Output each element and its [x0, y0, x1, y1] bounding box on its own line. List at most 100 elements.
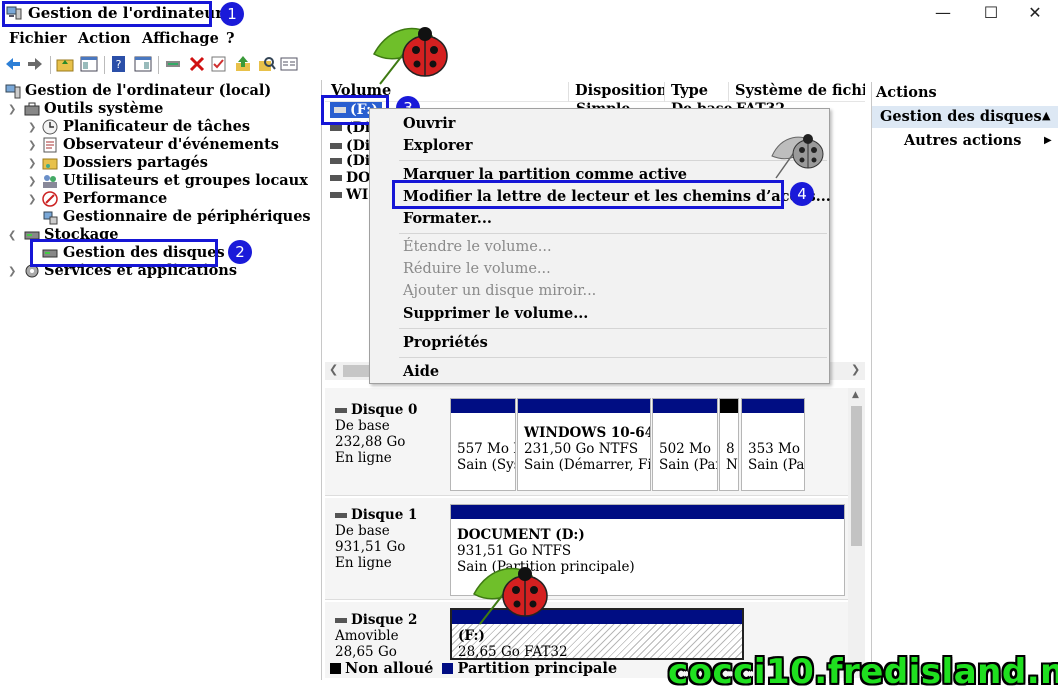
menu-separator: [399, 160, 827, 161]
actions-group-label: Gestion des disques: [880, 108, 1042, 125]
tree-item-local-users[interactable]: Utilisateurs et groupes locaux: [63, 172, 308, 189]
column-header-type[interactable]: Type: [665, 82, 729, 102]
actions-pane: Actions Gestion des disques ▲ Autres act…: [871, 82, 1058, 682]
highlight-disk-management: [30, 239, 218, 267]
users-icon: [43, 175, 57, 188]
arrow-up-icon[interactable]: [234, 55, 252, 73]
forward-arrow-icon[interactable]: [26, 55, 44, 73]
tree-item-event-viewer[interactable]: Observateur d'événements: [63, 136, 279, 153]
legend: Non alloué Partition principale: [330, 660, 617, 677]
device-manager-icon: [43, 211, 58, 225]
event-viewer-icon: [43, 137, 57, 153]
partition-block[interactable]: 557 Mo N Sain (Sys: [450, 398, 516, 491]
submenu-arrow-icon: ▶: [1044, 135, 1052, 146]
expand-arrow-icon[interactable]: ❯: [28, 158, 36, 169]
volume-icon: [330, 143, 342, 149]
tree-item-system-tools[interactable]: Outils système: [44, 100, 163, 117]
watermark: cocci10.fredisland.net: [668, 652, 1058, 692]
scroll-right-icon[interactable]: ❯: [851, 363, 860, 376]
expand-arrow-icon[interactable]: ❯: [28, 122, 36, 133]
computer-management-icon: [5, 84, 21, 99]
tree-root[interactable]: Gestion de l'ordinateur (local): [25, 82, 271, 99]
menu-item-help[interactable]: Aide: [403, 363, 439, 380]
performance-icon: [42, 191, 58, 207]
partition-block[interactable]: 8 N: [719, 398, 739, 491]
toolbox-icon: [24, 102, 40, 116]
menu-affichage[interactable]: Affichage: [142, 30, 219, 47]
more-actions-item[interactable]: Autres actions: [904, 132, 1021, 149]
up-folder-icon[interactable]: [56, 55, 74, 73]
clock-icon: [42, 119, 58, 135]
scroll-left-icon[interactable]: ❮: [329, 363, 338, 376]
tree-item-device-manager[interactable]: Gestionnaire de périphériques: [63, 208, 311, 225]
menu-fichier[interactable]: Fichier: [9, 30, 67, 47]
tree-item-shared-folders[interactable]: Dossiers partagés: [63, 154, 208, 171]
ladybug-decoration-icon: [472, 567, 548, 625]
back-arrow-icon[interactable]: [4, 55, 22, 73]
menu-item-properties[interactable]: Propriétés: [403, 334, 488, 351]
connect-icon[interactable]: [164, 55, 182, 73]
disk-icon: [335, 513, 347, 518]
column-header-layout[interactable]: Disposition: [569, 82, 665, 102]
volume-icon: [330, 158, 342, 164]
legend-unallocated: Non alloué: [345, 660, 434, 677]
volume-row[interactable]: (Di: [330, 138, 370, 154]
menu-separator: [399, 233, 827, 234]
properties-icon[interactable]: [280, 55, 298, 73]
partition-block[interactable]: 502 Mo Sain (Par: [652, 398, 718, 491]
menu-item-shrink: Réduire le volume...: [403, 261, 551, 277]
menu-item-format[interactable]: Formater...: [403, 210, 492, 227]
partition-block[interactable]: WINDOWS 10-64 231,50 Go NTFS Sain (Démar…: [517, 398, 651, 491]
partition-block[interactable]: 353 Mo Sain (Pa: [741, 398, 805, 491]
expand-arrow-icon[interactable]: ❯: [28, 140, 36, 151]
menu-action[interactable]: Action: [78, 30, 131, 47]
delete-icon[interactable]: [188, 55, 206, 73]
expand-arrow-icon[interactable]: ❯: [8, 104, 16, 115]
maximize-button[interactable]: ☐: [968, 2, 1014, 26]
disk-1-label[interactable]: Disque 1 De base 931,51 Go En ligne: [325, 507, 445, 571]
disk-0-label[interactable]: Disque 0 De base 232,88 Go En ligne: [325, 402, 445, 466]
tree-item-performance[interactable]: Performance: [63, 190, 167, 207]
toolbar-separator: [104, 56, 105, 74]
disk-icon: [335, 618, 347, 623]
console-icon[interactable]: [134, 55, 152, 73]
scroll-up-icon[interactable]: ▲: [852, 390, 859, 400]
help-icon[interactable]: ?: [110, 55, 128, 73]
volume-row[interactable]: WI: [330, 187, 368, 203]
disk-2-label[interactable]: Disque 2 Amovible 28,65 Go: [325, 612, 445, 660]
highlight-title: [2, 1, 212, 27]
collapse-up-icon[interactable]: ▲: [1042, 109, 1050, 122]
expand-arrow-icon[interactable]: ❯: [28, 176, 36, 187]
menu-item-delete-volume[interactable]: Supprimer le volume...: [403, 305, 588, 322]
volume-row[interactable]: (Di: [330, 153, 370, 169]
menu-item-add-mirror: Ajouter un disque miroir...: [403, 283, 597, 299]
search-icon[interactable]: [258, 55, 276, 73]
collapse-arrow-icon[interactable]: ❮: [8, 230, 16, 241]
minimize-button[interactable]: —: [920, 2, 966, 26]
step-badge-1: 1: [220, 2, 244, 26]
menu-item-explore[interactable]: Explorer: [403, 137, 473, 154]
close-button[interactable]: ✕: [1012, 2, 1058, 26]
scroll-thumb[interactable]: [851, 406, 862, 546]
highlight-change-letter: [392, 180, 784, 209]
actions-group-header[interactable]: Gestion des disques ▲: [872, 106, 1058, 128]
show-hide-tree-icon[interactable]: [80, 55, 98, 73]
menu-item-open[interactable]: Ouvrir: [403, 115, 455, 132]
shared-folder-icon: [42, 158, 58, 170]
menu-separator: [399, 328, 827, 329]
expand-arrow-icon[interactable]: ❯: [28, 194, 36, 205]
volume-row[interactable]: DO: [330, 170, 370, 186]
volume-icon: [330, 192, 342, 198]
vertical-scrollbar[interactable]: ▲: [848, 388, 865, 678]
ladybug-decoration-icon: [372, 27, 448, 85]
expand-arrow-icon[interactable]: ❯: [8, 266, 16, 277]
tree-item-task-scheduler[interactable]: Planificateur de tâches: [63, 118, 250, 135]
legend-swatch-primary: [442, 663, 454, 674]
column-header-filesystem[interactable]: Système de fichiers: [729, 82, 865, 102]
menu-separator: [399, 357, 827, 358]
disk-graphical-view: Disque 0 De base 232,88 Go En ligne 557 …: [325, 388, 865, 678]
menu-help[interactable]: ?: [226, 30, 235, 47]
console-tree: Gestion de l'ordinateur (local) ❯ Outils…: [0, 80, 322, 680]
check-icon[interactable]: [210, 55, 228, 73]
menu-item-extend: Étendre le volume...: [403, 239, 552, 255]
